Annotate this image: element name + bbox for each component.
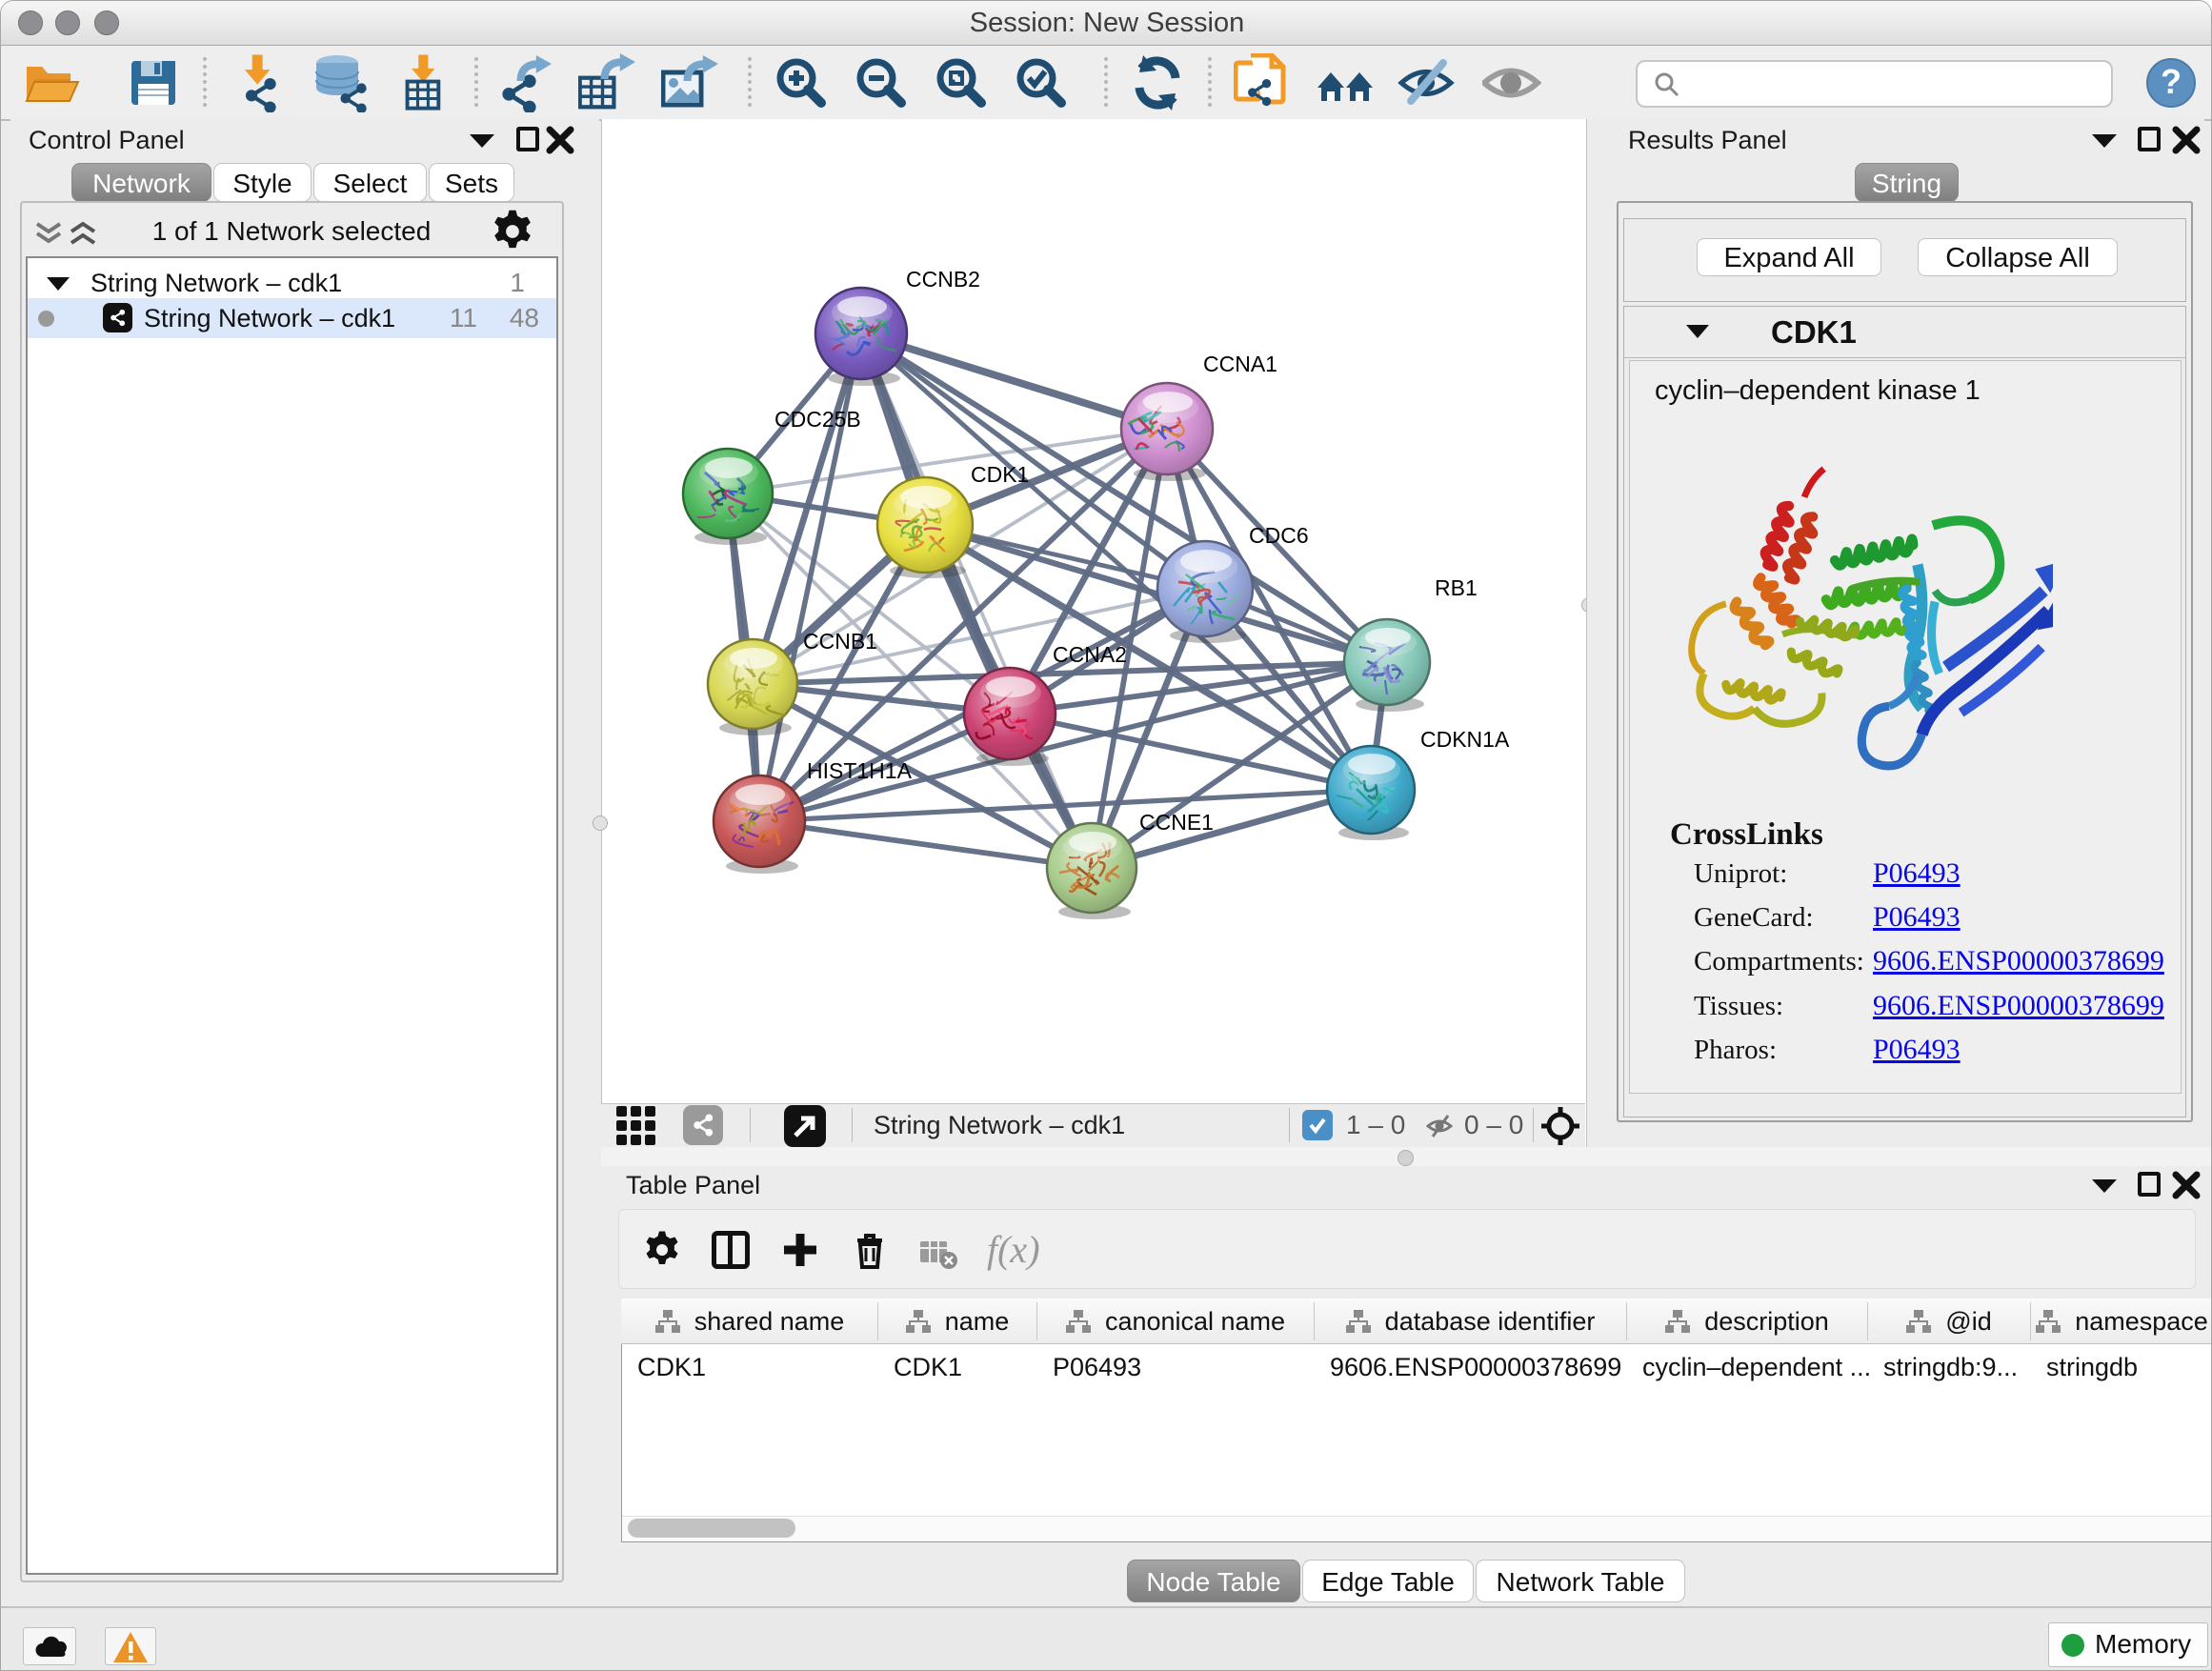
svg-text:CDC6: CDC6	[1249, 523, 1309, 548]
svg-text:CDKN1A: CDKN1A	[1420, 727, 1510, 752]
svg-text:CCNB1: CCNB1	[803, 629, 877, 654]
svg-text:CDC25B: CDC25B	[774, 407, 861, 432]
svg-text:CCNE1: CCNE1	[1139, 810, 1214, 835]
svg-text:CCNA1: CCNA1	[1203, 352, 1277, 376]
svg-text:RB1: RB1	[1435, 575, 1478, 600]
svg-text:HIST1H1A: HIST1H1A	[807, 758, 913, 783]
svg-text:CDK1: CDK1	[971, 462, 1029, 487]
svg-text:CCNA2: CCNA2	[1053, 642, 1127, 667]
svg-text:CCNB2: CCNB2	[906, 267, 980, 292]
